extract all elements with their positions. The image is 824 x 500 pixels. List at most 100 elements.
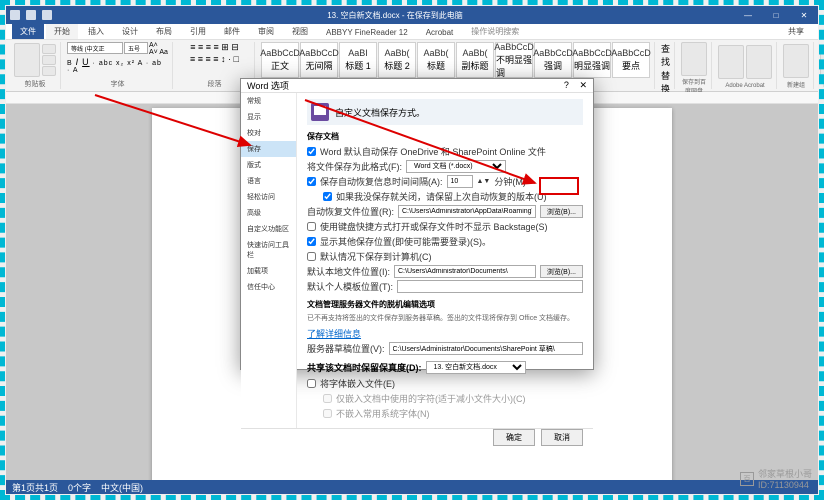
sidebar-item-0[interactable]: 常规 — [241, 93, 296, 109]
group-clipboard: 剪贴板 — [14, 78, 56, 89]
style-item[interactable]: AaBbCcD无间隔 — [300, 42, 338, 78]
paste-button[interactable] — [14, 43, 40, 77]
group-new: 新建组 — [783, 79, 809, 89]
preserve-doc-select[interactable]: 13. 空白新文档.docx — [426, 361, 526, 374]
autorecover-interval-input[interactable] — [447, 175, 473, 188]
font-size-input[interactable] — [124, 42, 148, 54]
offline-description: 已不再支持将签出的文件保存到服务器草稿。签出的文件现将保存到 Office 文档… — [307, 313, 583, 323]
style-gallery[interactable]: AaBbCcD正文AaBbCcD无间隔AaBI标题 1AaBb(标题 2AaBb… — [261, 42, 650, 78]
show-other-save-checkbox[interactable] — [307, 237, 316, 246]
copy-button[interactable] — [42, 55, 56, 65]
section-offline: 文档管理服务器文件的脱机编辑选项 — [307, 299, 583, 310]
group-font: 字体 — [67, 78, 168, 89]
section-save-docs: 保存文档 — [307, 131, 583, 142]
baidu-save-button[interactable] — [681, 42, 707, 76]
learn-more-link[interactable]: 了解详细信息 — [307, 327, 361, 340]
panel-header-text: 自定义文档保存方式。 — [335, 106, 425, 119]
server-draft-input[interactable] — [389, 342, 584, 355]
sidebar-item-6[interactable]: 轻松访问 — [241, 189, 296, 205]
titlebar: 13. 空白新文档.docx - 在保存到此电脑 — □ ✕ — [6, 6, 818, 24]
undo-icon[interactable] — [26, 10, 36, 20]
sidebar-item-2[interactable]: 校对 — [241, 125, 296, 141]
status-lang[interactable]: 中文(中国) — [101, 481, 143, 494]
embed-fonts-checkbox[interactable] — [307, 379, 316, 388]
sidebar-item-8[interactable]: 自定义功能区 — [241, 221, 296, 237]
status-words[interactable]: 0个字 — [68, 481, 91, 494]
dialog-close-button[interactable]: ✕ — [579, 80, 587, 90]
cancel-button[interactable]: 取消 — [541, 429, 583, 446]
keep-last-autosave-checkbox[interactable] — [323, 192, 332, 201]
window-title: 13. 空白新文档.docx - 在保存到此电脑 — [52, 10, 738, 21]
sidebar-item-7[interactable]: 高级 — [241, 205, 296, 221]
save-disk-icon — [311, 103, 329, 121]
no-backstage-checkbox[interactable] — [307, 222, 316, 231]
ok-button[interactable]: 确定 — [493, 429, 535, 446]
no-embed-system-checkbox — [323, 409, 332, 418]
style-item[interactable]: AaBI标题 1 — [339, 42, 377, 78]
save-format-select[interactable]: Word 文档 (*.docx) — [406, 160, 506, 173]
sidebar-item-10[interactable]: 加载项 — [241, 263, 296, 279]
watermark-id: ID:71130944 — [758, 480, 812, 490]
status-bar: 第1页共1页 0个字 中文(中国) — [6, 480, 818, 494]
save-icon[interactable] — [10, 10, 20, 20]
mindmanager-button[interactable] — [820, 45, 824, 79]
browse-autorecover-button[interactable]: 浏览(B)... — [540, 205, 583, 218]
browse-default-button[interactable]: 浏览(B)... — [540, 265, 583, 278]
tab-mailings[interactable]: 邮件 — [216, 24, 248, 39]
style-item[interactable]: AaBb(标题 2 — [378, 42, 416, 78]
font-name-input[interactable] — [67, 42, 123, 54]
adobe-sign-button[interactable] — [746, 45, 772, 79]
sidebar-item-1[interactable]: 显示 — [241, 109, 296, 125]
maximize-button[interactable]: □ — [766, 11, 786, 20]
tab-tellme[interactable]: 操作说明搜索 — [463, 24, 527, 39]
options-sidebar: 常规显示校对保存版式语言轻松访问高级自定义功能区快速访问工具栏加载项信任中心 — [241, 93, 297, 428]
dialog-help-button[interactable]: ? — [564, 80, 569, 90]
adobe-create-button[interactable] — [718, 45, 744, 79]
default-save-pc-checkbox[interactable] — [307, 252, 316, 261]
style-item[interactable]: AaBbCcD不明显强调 — [495, 42, 533, 78]
dialog-title-text: Word 选项 — [247, 79, 289, 92]
tab-acrobat[interactable]: Acrobat — [418, 26, 462, 39]
autorecover-location-input[interactable] — [398, 205, 536, 218]
style-item[interactable]: AaBbCcD正文 — [261, 42, 299, 78]
sendto-button[interactable] — [783, 44, 809, 78]
sidebar-item-9[interactable]: 快速访问工具栏 — [241, 237, 296, 263]
tab-file[interactable]: 文件 — [12, 24, 44, 39]
tab-layout[interactable]: 布局 — [148, 24, 180, 39]
style-item[interactable]: AaBbCcD明显强调 — [573, 42, 611, 78]
embed-used-chars-checkbox — [323, 394, 332, 403]
sidebar-item-11[interactable]: 信任中心 — [241, 279, 296, 295]
watermark-icon: 百 — [740, 472, 754, 486]
tab-home[interactable]: 开始 — [46, 22, 78, 39]
personal-template-input[interactable] — [397, 280, 583, 293]
tab-references[interactable]: 引用 — [182, 24, 214, 39]
autorecover-checkbox[interactable] — [307, 177, 316, 186]
tab-review[interactable]: 审阅 — [250, 24, 282, 39]
share-button[interactable]: 共享 — [780, 24, 812, 39]
options-panel-save: 自定义文档保存方式。 保存文档 Word 默认自动保存 OneDrive 和 S… — [297, 93, 593, 428]
minimize-button[interactable]: — — [738, 11, 758, 20]
section-preserve: 共享该文档时保留保真度(D): — [307, 361, 422, 374]
tab-abbyy[interactable]: ABBYY FineReader 12 — [318, 26, 416, 39]
close-button[interactable]: ✕ — [794, 11, 814, 20]
group-mindjet: Mindjet — [820, 82, 824, 89]
style-item[interactable]: AaBb(标题 — [417, 42, 455, 78]
tab-design[interactable]: 设计 — [114, 24, 146, 39]
cut-button[interactable] — [42, 44, 56, 54]
watermark-name: 邻家草根小哥 — [758, 467, 812, 480]
style-item[interactable]: AaBb(副标题 — [456, 42, 494, 78]
sidebar-item-5[interactable]: 语言 — [241, 173, 296, 189]
status-page[interactable]: 第1页共1页 — [12, 481, 58, 494]
ribbon-tab-strip: 文件 开始 插入 设计 布局 引用 邮件 审阅 视图 ABBYY FineRea… — [6, 24, 818, 40]
find-button[interactable]: 查找 — [661, 42, 670, 68]
autosave-onedrive-checkbox[interactable] — [307, 147, 316, 156]
default-location-input[interactable] — [394, 265, 536, 278]
tab-view[interactable]: 视图 — [284, 24, 316, 39]
sidebar-item-4[interactable]: 版式 — [241, 157, 296, 173]
redo-icon[interactable] — [42, 10, 52, 20]
sidebar-item-3[interactable]: 保存 — [241, 141, 296, 157]
style-item[interactable]: AaBbCcD强调 — [534, 42, 572, 78]
style-item[interactable]: AaBbCcD要点 — [612, 42, 650, 78]
tab-insert[interactable]: 插入 — [80, 24, 112, 39]
format-painter-button[interactable] — [42, 66, 56, 76]
